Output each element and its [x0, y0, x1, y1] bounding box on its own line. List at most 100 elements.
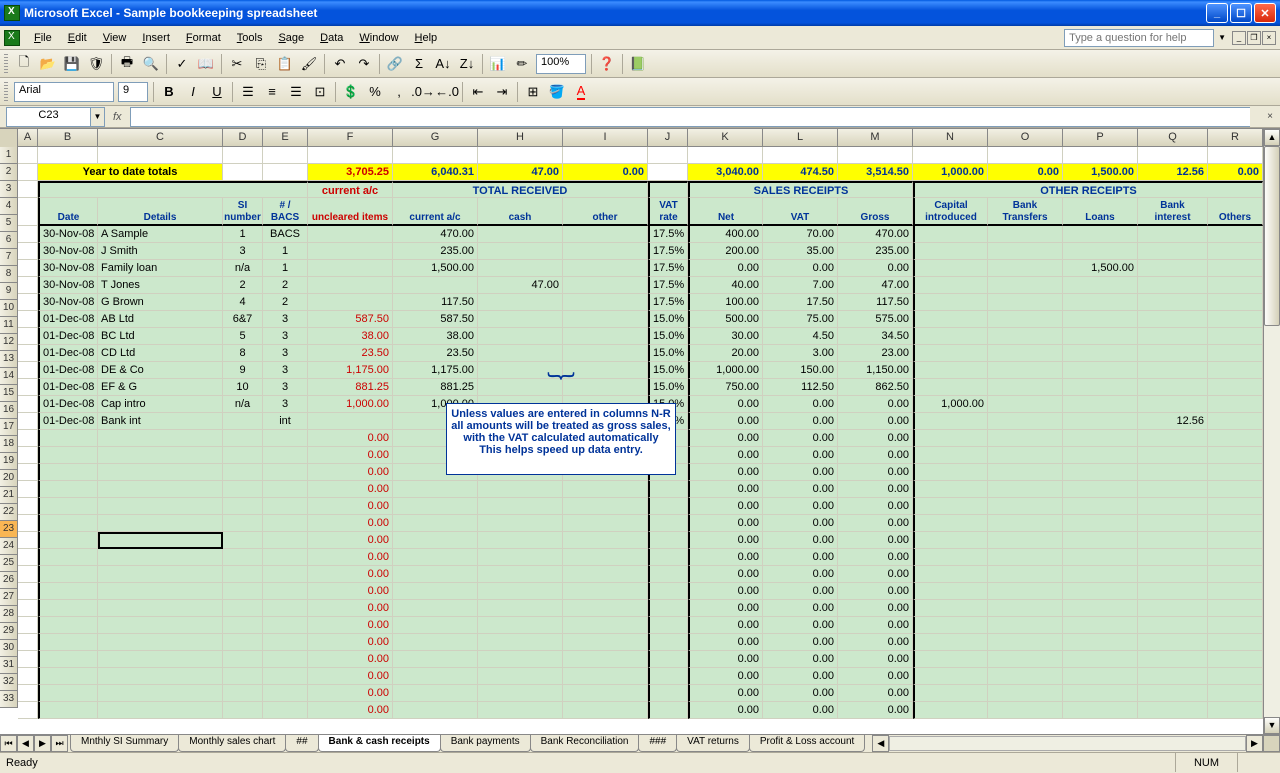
cell[interactable]: [18, 147, 38, 164]
cell[interactable]: 3: [263, 311, 308, 328]
col-header-E[interactable]: E: [263, 129, 308, 146]
align-center-icon[interactable]: ≡: [261, 81, 283, 103]
cell[interactable]: [1208, 464, 1263, 481]
research-icon[interactable]: 📖: [195, 53, 217, 75]
cell[interactable]: [98, 464, 223, 481]
menu-view[interactable]: View: [95, 29, 135, 47]
cell-total-F[interactable]: 3,705.25: [308, 164, 393, 181]
cell[interactable]: [563, 515, 648, 532]
cell[interactable]: [1063, 600, 1138, 617]
cell[interactable]: [1138, 566, 1208, 583]
cell[interactable]: [393, 147, 478, 164]
print-icon[interactable]: 🖶: [116, 53, 138, 75]
cell[interactable]: [988, 379, 1063, 396]
col-header-N[interactable]: N: [913, 129, 988, 146]
sort-desc-icon[interactable]: Z↓: [456, 53, 478, 75]
cell[interactable]: 17.5%: [648, 294, 688, 311]
cell[interactable]: 0.00: [308, 634, 393, 651]
cell[interactable]: 0.00: [308, 668, 393, 685]
cell[interactable]: 0.00: [308, 600, 393, 617]
cell[interactable]: [393, 498, 478, 515]
cell[interactable]: [263, 702, 308, 719]
cell[interactable]: [263, 583, 308, 600]
cell[interactable]: [1138, 447, 1208, 464]
cell[interactable]: [1138, 583, 1208, 600]
cell[interactable]: 587.50: [308, 311, 393, 328]
cell[interactable]: [223, 430, 263, 447]
cell[interactable]: 17.50: [763, 294, 838, 311]
cell[interactable]: 0.00: [688, 515, 763, 532]
cell[interactable]: 1: [223, 226, 263, 243]
cell[interactable]: [1138, 481, 1208, 498]
col-header-J[interactable]: J: [648, 129, 688, 146]
cell[interactable]: [988, 147, 1063, 164]
cell[interactable]: [913, 464, 988, 481]
cell[interactable]: [988, 430, 1063, 447]
cell[interactable]: [98, 532, 223, 549]
select-all-corner[interactable]: [0, 129, 18, 147]
cell[interactable]: 0.00: [763, 532, 838, 549]
cell[interactable]: 0.00: [308, 481, 393, 498]
cell[interactable]: AB Ltd: [98, 311, 223, 328]
cell[interactable]: 0.00: [838, 651, 913, 668]
doc-restore-button[interactable]: ❐: [1247, 31, 1261, 45]
row-header-27[interactable]: 27: [0, 589, 18, 606]
cell[interactable]: [988, 617, 1063, 634]
cell[interactable]: 0.00: [688, 430, 763, 447]
italic-icon[interactable]: I: [182, 81, 204, 103]
cell[interactable]: [18, 464, 38, 481]
cell[interactable]: [38, 685, 98, 702]
cell[interactable]: 2: [263, 277, 308, 294]
menu-help[interactable]: Help: [407, 29, 446, 47]
cell[interactable]: [648, 617, 688, 634]
cell[interactable]: 100.00: [688, 294, 763, 311]
cell[interactable]: [563, 651, 648, 668]
cell[interactable]: 30.00: [688, 328, 763, 345]
cell[interactable]: [988, 294, 1063, 311]
menu-tools[interactable]: Tools: [229, 29, 271, 47]
cell[interactable]: 0.00: [838, 532, 913, 549]
cell[interactable]: [38, 498, 98, 515]
cell[interactable]: 0.00: [763, 413, 838, 430]
close-button[interactable]: ✕: [1254, 3, 1276, 23]
cell[interactable]: [1208, 702, 1263, 719]
print-preview-icon[interactable]: 🔍: [140, 53, 162, 75]
name-box[interactable]: C23: [6, 107, 91, 127]
cell[interactable]: 15.0%: [648, 345, 688, 362]
doc-minimize-button[interactable]: _: [1232, 31, 1246, 45]
cell[interactable]: 0.00: [688, 566, 763, 583]
cell[interactable]: [988, 685, 1063, 702]
cell[interactable]: [38, 515, 98, 532]
help-icon[interactable]: ❓: [596, 53, 618, 75]
row-header-29[interactable]: 29: [0, 623, 18, 640]
cell[interactable]: [478, 481, 563, 498]
cell[interactable]: [308, 147, 393, 164]
cell[interactable]: [18, 617, 38, 634]
sheet-tab[interactable]: Bank payments: [440, 735, 531, 752]
cell[interactable]: [308, 294, 393, 311]
row-header-14[interactable]: 14: [0, 368, 18, 385]
cell[interactable]: 17.5%: [648, 260, 688, 277]
cell[interactable]: [38, 549, 98, 566]
cell[interactable]: [1208, 277, 1263, 294]
cell[interactable]: [18, 668, 38, 685]
cell[interactable]: [563, 600, 648, 617]
cell[interactable]: [393, 668, 478, 685]
cell[interactable]: [223, 702, 263, 719]
cell[interactable]: 3: [263, 345, 308, 362]
cell[interactable]: [1138, 277, 1208, 294]
cell[interactable]: 38.00: [393, 328, 478, 345]
cell[interactable]: 1,150.00: [838, 362, 913, 379]
cell[interactable]: [1138, 311, 1208, 328]
autosum-icon[interactable]: Σ: [408, 53, 430, 75]
cell[interactable]: [98, 481, 223, 498]
cell[interactable]: [1138, 147, 1208, 164]
cell[interactable]: [223, 600, 263, 617]
row-header-33[interactable]: 33: [0, 691, 18, 708]
cell[interactable]: [648, 481, 688, 498]
row-header-8[interactable]: 8: [0, 266, 18, 283]
cell[interactable]: 30-Nov-08: [38, 260, 98, 277]
cell[interactable]: [1063, 532, 1138, 549]
row-header-18[interactable]: 18: [0, 436, 18, 453]
cell[interactable]: 0.00: [688, 600, 763, 617]
